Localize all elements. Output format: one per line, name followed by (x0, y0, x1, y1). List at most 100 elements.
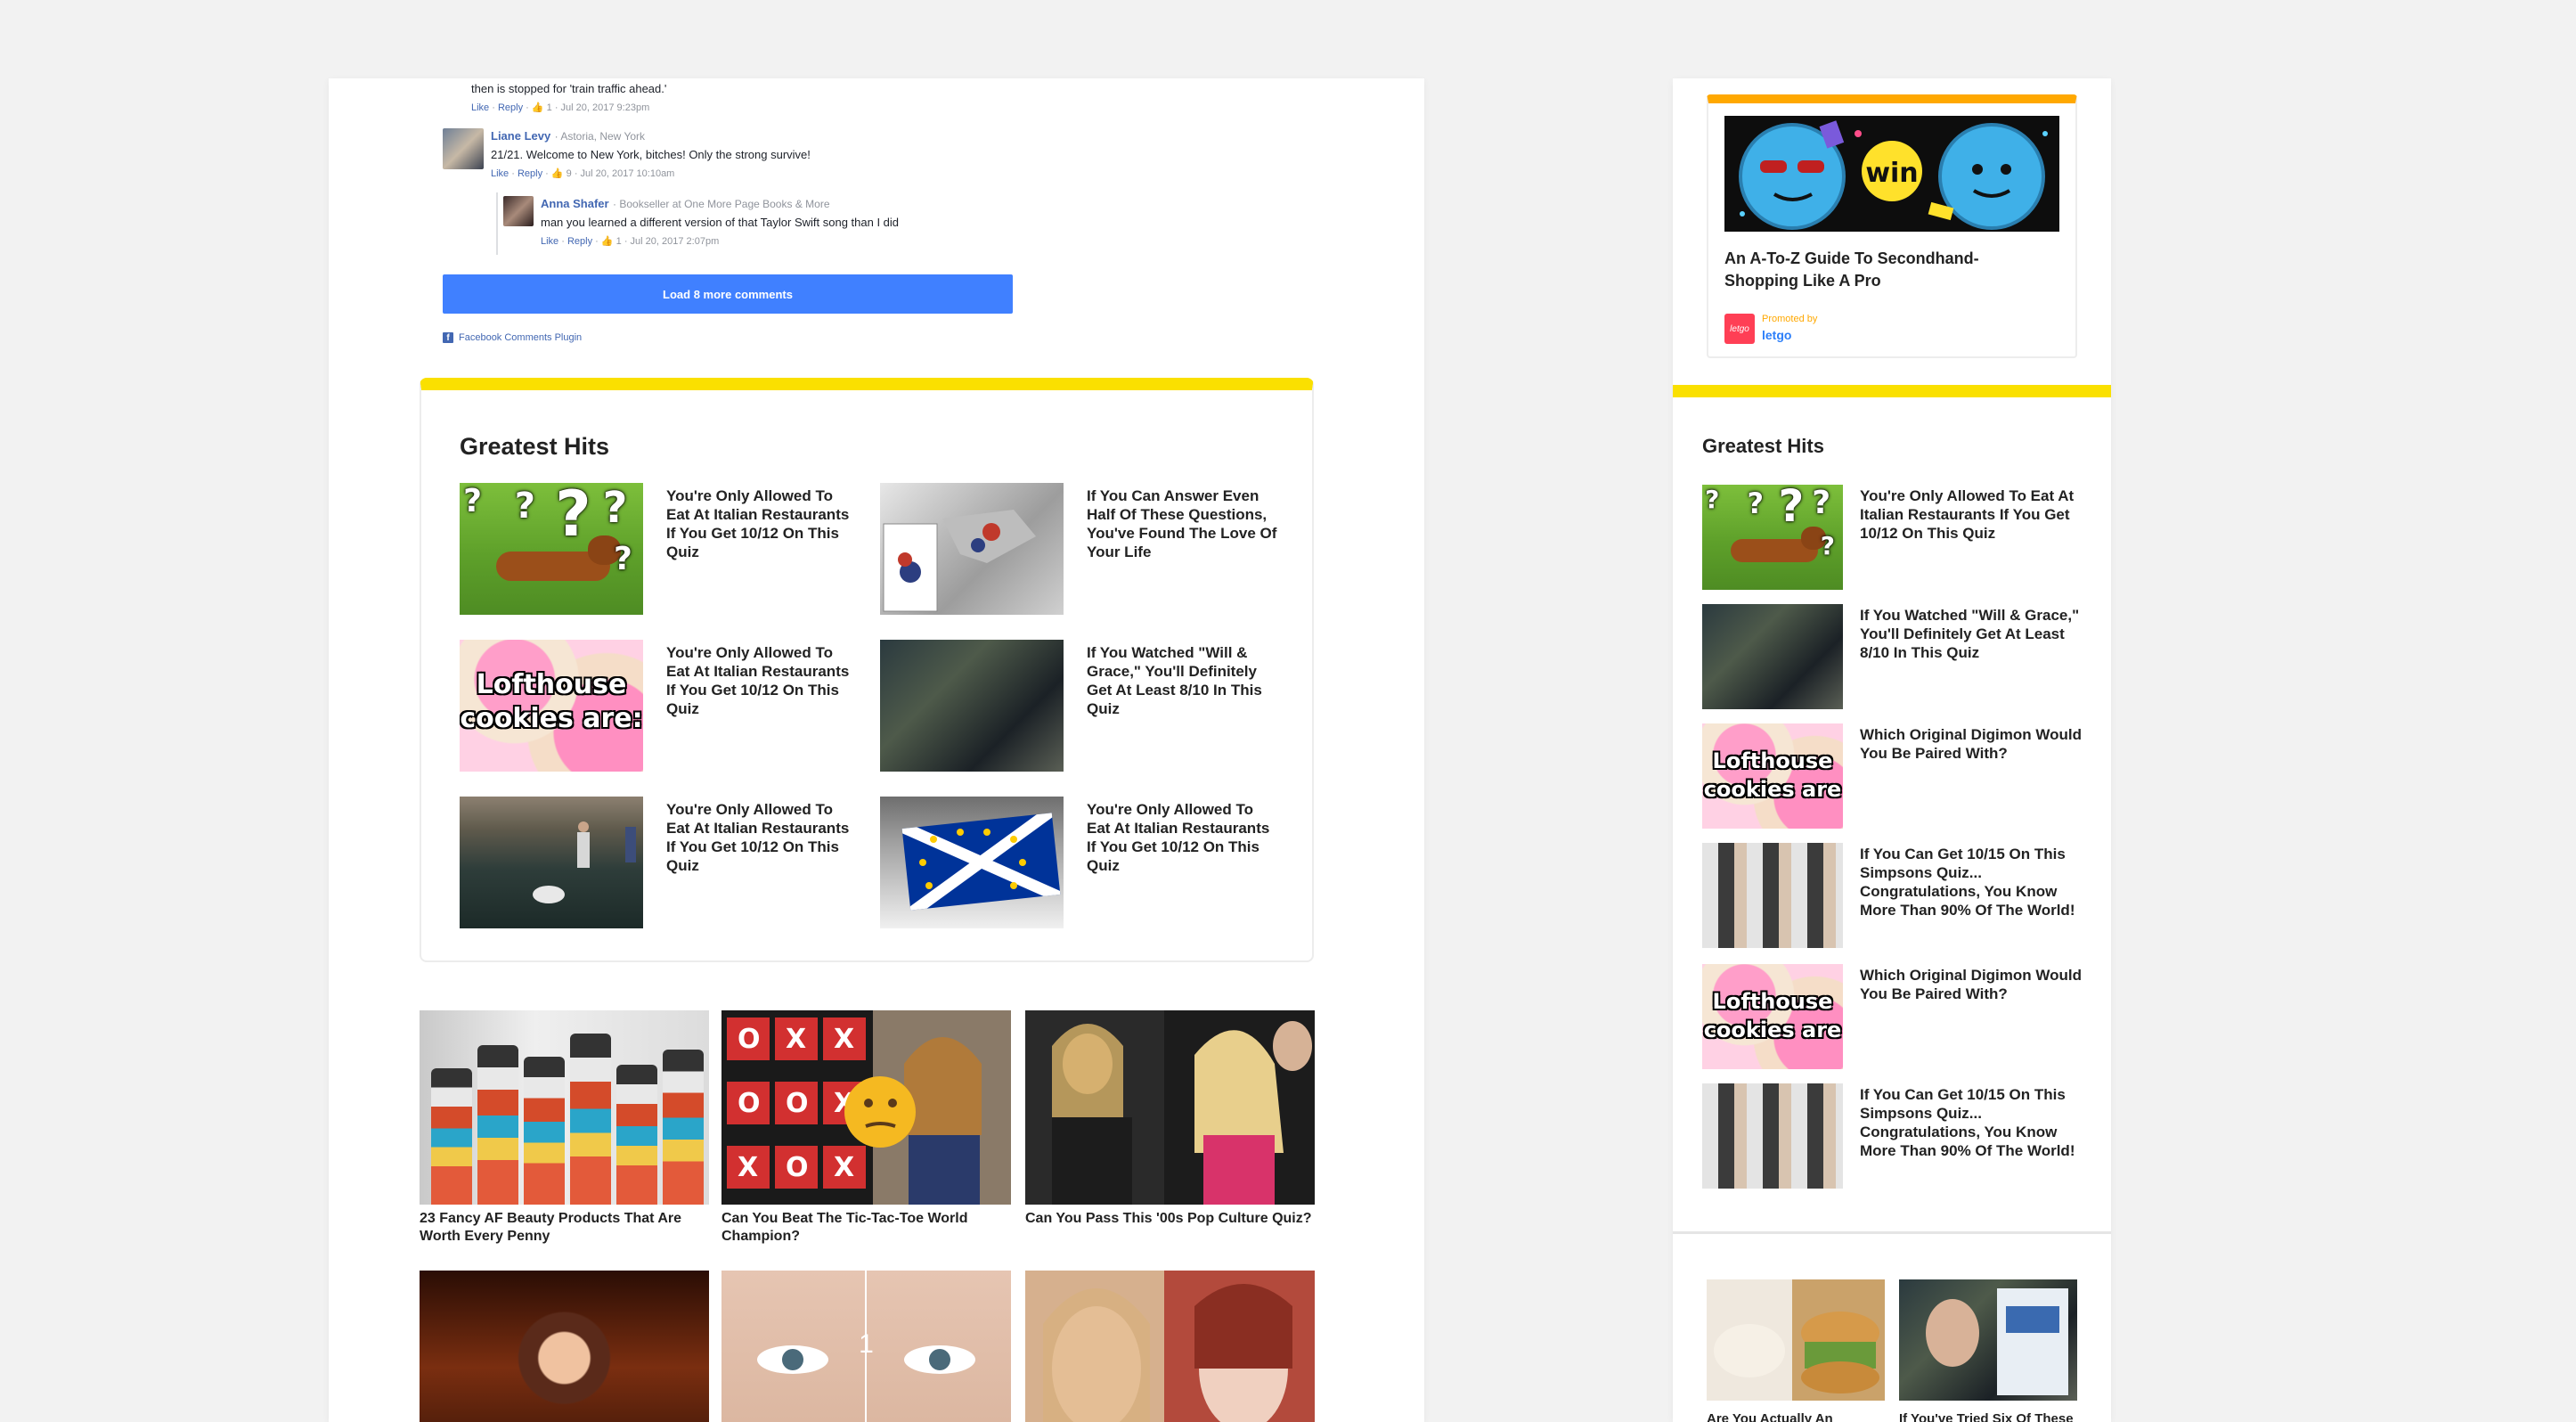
woman-reaction-image[interactable] (1899, 1279, 2077, 1401)
dark-forest-scene-image[interactable] (880, 640, 1064, 772)
sidebar-hit-item[interactable]: If You Watched "Will & Grace," You'll De… (1702, 604, 2085, 709)
item-title[interactable]: If You Watched "Will & Grace," You'll De… (1087, 643, 1277, 718)
sidebar-bottom-item[interactable]: If You've Tried Six Of These (1899, 1279, 2077, 1422)
thinking-emoji-icon (844, 1076, 916, 1148)
facebook-comments-plugin-link[interactable]: f Facebook Comments Plugin (443, 332, 582, 343)
dark-forest-scene-image[interactable] (1702, 604, 1843, 709)
comment-meta: Like · Reply · 👍 1 · Jul 20, 2017 9:23pm (471, 102, 650, 113)
ad-brand-link[interactable]: letgo (1762, 328, 1791, 342)
sidebar-hit-item[interactable]: If You Can Get 10/15 On This Simpsons Qu… (1702, 1083, 2085, 1189)
reply-link[interactable]: Reply (498, 102, 523, 113)
eu-scotland-flag-image[interactable] (880, 797, 1064, 928)
ttt-cell: O (786, 1088, 809, 1119)
avatar[interactable] (503, 196, 534, 226)
pool-photo-image[interactable] (460, 797, 643, 928)
comment-time[interactable]: Jul 20, 2017 2:07pm (631, 236, 720, 247)
comment-author[interactable]: Liane Levy (491, 129, 550, 143)
like-count: 9 (566, 168, 572, 179)
woman-portrait-image[interactable] (420, 1271, 709, 1422)
cookie-overlay-text: Lofthouse cookies are (1703, 989, 1842, 1042)
sidebar-hit-item[interactable]: If You Can Get 10/15 On This Simpsons Qu… (1702, 843, 2085, 948)
reply-link[interactable]: Reply (518, 168, 542, 179)
avatar[interactable] (443, 128, 484, 169)
ttt-cell: X (786, 1024, 806, 1055)
sidebar-bottom-caption[interactable]: If You've Tried Six Of These (1899, 1411, 2077, 1422)
reply-link[interactable]: Reply (567, 236, 592, 247)
sidebar-hit-title[interactable]: Which Original Digimon Would You Be Pair… (1860, 725, 2083, 763)
article-panel: then is stopped for 'train traffic ahead… (329, 78, 1424, 1422)
ttt-cell: X (834, 1152, 854, 1183)
reply-thread-line (496, 192, 498, 255)
beauty-products-image[interactable] (420, 1010, 709, 1205)
lofthouse-cookies-image[interactable]: Lofthouse cookies are (1702, 964, 1843, 1069)
ad-image[interactable]: win (1724, 116, 2059, 232)
like-link[interactable]: Like (491, 168, 509, 179)
sidebar-divider (1673, 1231, 2111, 1234)
grid-item[interactable]: 1 (721, 1271, 1011, 1422)
greatest-hits-item[interactable]: If You Can Answer Even Half Of These Que… (880, 483, 1281, 617)
cookie-overlay-text: Lofthouse cookies are: (460, 669, 643, 734)
grid-item[interactable]: Can You Pass This '00s Pop Culture Quiz? (1025, 1010, 1315, 1228)
item-title[interactable]: You're Only Allowed To Eat At Italian Re… (666, 486, 857, 561)
grid-item[interactable] (420, 1271, 709, 1422)
grid-item-caption[interactable]: 23 Fancy AF Beauty Products That Are Wor… (420, 1210, 709, 1246)
lofthouse-cookies-image[interactable]: Lofthouse cookies are: (460, 640, 643, 772)
comment-time[interactable]: Jul 20, 2017 9:23pm (561, 102, 650, 113)
sidebar-hit-item[interactable]: Lofthouse cookies are Which Original Dig… (1702, 723, 2085, 829)
sidebar-hit-item[interactable]: Lofthouse cookies are Which Original Dig… (1702, 964, 2085, 1069)
grid-item[interactable]: O X X O O X X O X Can You Beat The Tic-T… (721, 1010, 1011, 1246)
greatest-hits-item[interactable]: You're Only Allowed To Eat At Italian Re… (880, 797, 1281, 930)
comment-time[interactable]: Jul 20, 2017 10:10am (581, 168, 675, 179)
sidebar-hit-title[interactable]: Which Original Digimon Would You Be Pair… (1860, 966, 2083, 1003)
sidebar-bottom-item[interactable]: Are You Actually An (1707, 1279, 1885, 1422)
pop-culture-image[interactable] (1025, 1010, 1315, 1205)
comment-text: 21/21. Welcome to New York, bitches! Onl… (491, 148, 811, 161)
sidebar-hit-title[interactable]: If You Can Get 10/15 On This Simpsons Qu… (1860, 1085, 2083, 1160)
greatest-hits-item[interactable]: If You Watched "Will & Grace," You'll De… (880, 640, 1281, 773)
tic-tac-toe-image[interactable]: O X X O O X X O X (721, 1010, 1011, 1205)
grid-item-caption[interactable]: Can You Beat The Tic-Tac-Toe World Champ… (721, 1210, 1011, 1246)
lofthouse-cookies-image[interactable]: Lofthouse cookies are (1702, 723, 1843, 829)
plugin-label: Facebook Comments Plugin (459, 332, 583, 343)
greatest-hits-item[interactable]: ? ? ? ? ? You're Only Allowed To Eat At … (460, 483, 860, 617)
greatest-hits-item[interactable]: You're Only Allowed To Eat At Italian Re… (460, 797, 860, 930)
sidebar-hit-title[interactable]: If You Can Get 10/15 On This Simpsons Qu… (1860, 845, 2083, 919)
robot-figure-image[interactable] (880, 483, 1064, 615)
dog-question-marks-image[interactable]: ? ? ? ? ? (1702, 485, 1843, 590)
ad-title[interactable]: An A-To-Z Guide To Secondhand-Shopping L… (1724, 248, 2045, 292)
thumbs-up-icon: 👍 (531, 102, 544, 113)
food-image[interactable] (1707, 1279, 1885, 1401)
simpsons-crowd-image[interactable] (1702, 843, 1843, 948)
item-title[interactable]: You're Only Allowed To Eat At Italian Re… (1087, 800, 1277, 875)
item-title[interactable]: If You Can Answer Even Half Of These Que… (1087, 486, 1277, 561)
promoted-ad-card[interactable]: win An A-To-Z Guide To Secondhand-Shoppi… (1707, 94, 2077, 358)
like-link[interactable]: Like (471, 102, 489, 113)
grid-item[interactable] (1025, 1271, 1315, 1422)
like-count: 1 (615, 236, 622, 247)
item-title[interactable]: You're Only Allowed To Eat At Italian Re… (666, 643, 857, 718)
promoted-by-label: Promoted by (1762, 314, 1818, 324)
greatest-hits-card: Greatest Hits ? ? ? ? ? You're Only Allo… (420, 378, 1314, 962)
sidebar-hit-item[interactable]: ? ? ? ? ? You're Only Allowed To Eat At … (1702, 485, 2085, 590)
simpsons-crowd-image[interactable] (1702, 1083, 1843, 1189)
sidebar-hit-title[interactable]: You're Only Allowed To Eat At Italian Re… (1860, 486, 2083, 543)
taylor-swift-image[interactable] (1025, 1271, 1315, 1422)
sidebar-bottom-caption[interactable]: Are You Actually An (1707, 1411, 1885, 1422)
ttt-cell: O (738, 1088, 761, 1119)
sidebar-hit-title[interactable]: If You Watched "Will & Grace," You'll De… (1860, 606, 2083, 662)
letgo-logo-icon[interactable]: letgo (1724, 314, 1755, 344)
sidebar-greatest-hits-title: Greatest Hits (1702, 435, 1824, 457)
like-link[interactable]: Like (541, 236, 558, 247)
ttt-cell: X (834, 1024, 854, 1055)
ad-win-text: win (1865, 158, 1918, 189)
eyes-image[interactable]: 1 (721, 1271, 1011, 1422)
grid-item[interactable]: 23 Fancy AF Beauty Products That Are Wor… (420, 1010, 709, 1246)
sidebar-panel: win An A-To-Z Guide To Secondhand-Shoppi… (1673, 78, 2111, 1422)
comment-author[interactable]: Anna Shafer (541, 197, 609, 210)
greatest-hits-item[interactable]: Lofthouse cookies are: You're Only Allow… (460, 640, 860, 773)
ttt-cell: O (738, 1024, 761, 1055)
load-more-comments-button[interactable]: Load 8 more comments (443, 274, 1013, 314)
item-title[interactable]: You're Only Allowed To Eat At Italian Re… (666, 800, 857, 875)
dog-question-marks-image[interactable]: ? ? ? ? ? (460, 483, 643, 615)
grid-item-caption[interactable]: Can You Pass This '00s Pop Culture Quiz? (1025, 1210, 1315, 1228)
